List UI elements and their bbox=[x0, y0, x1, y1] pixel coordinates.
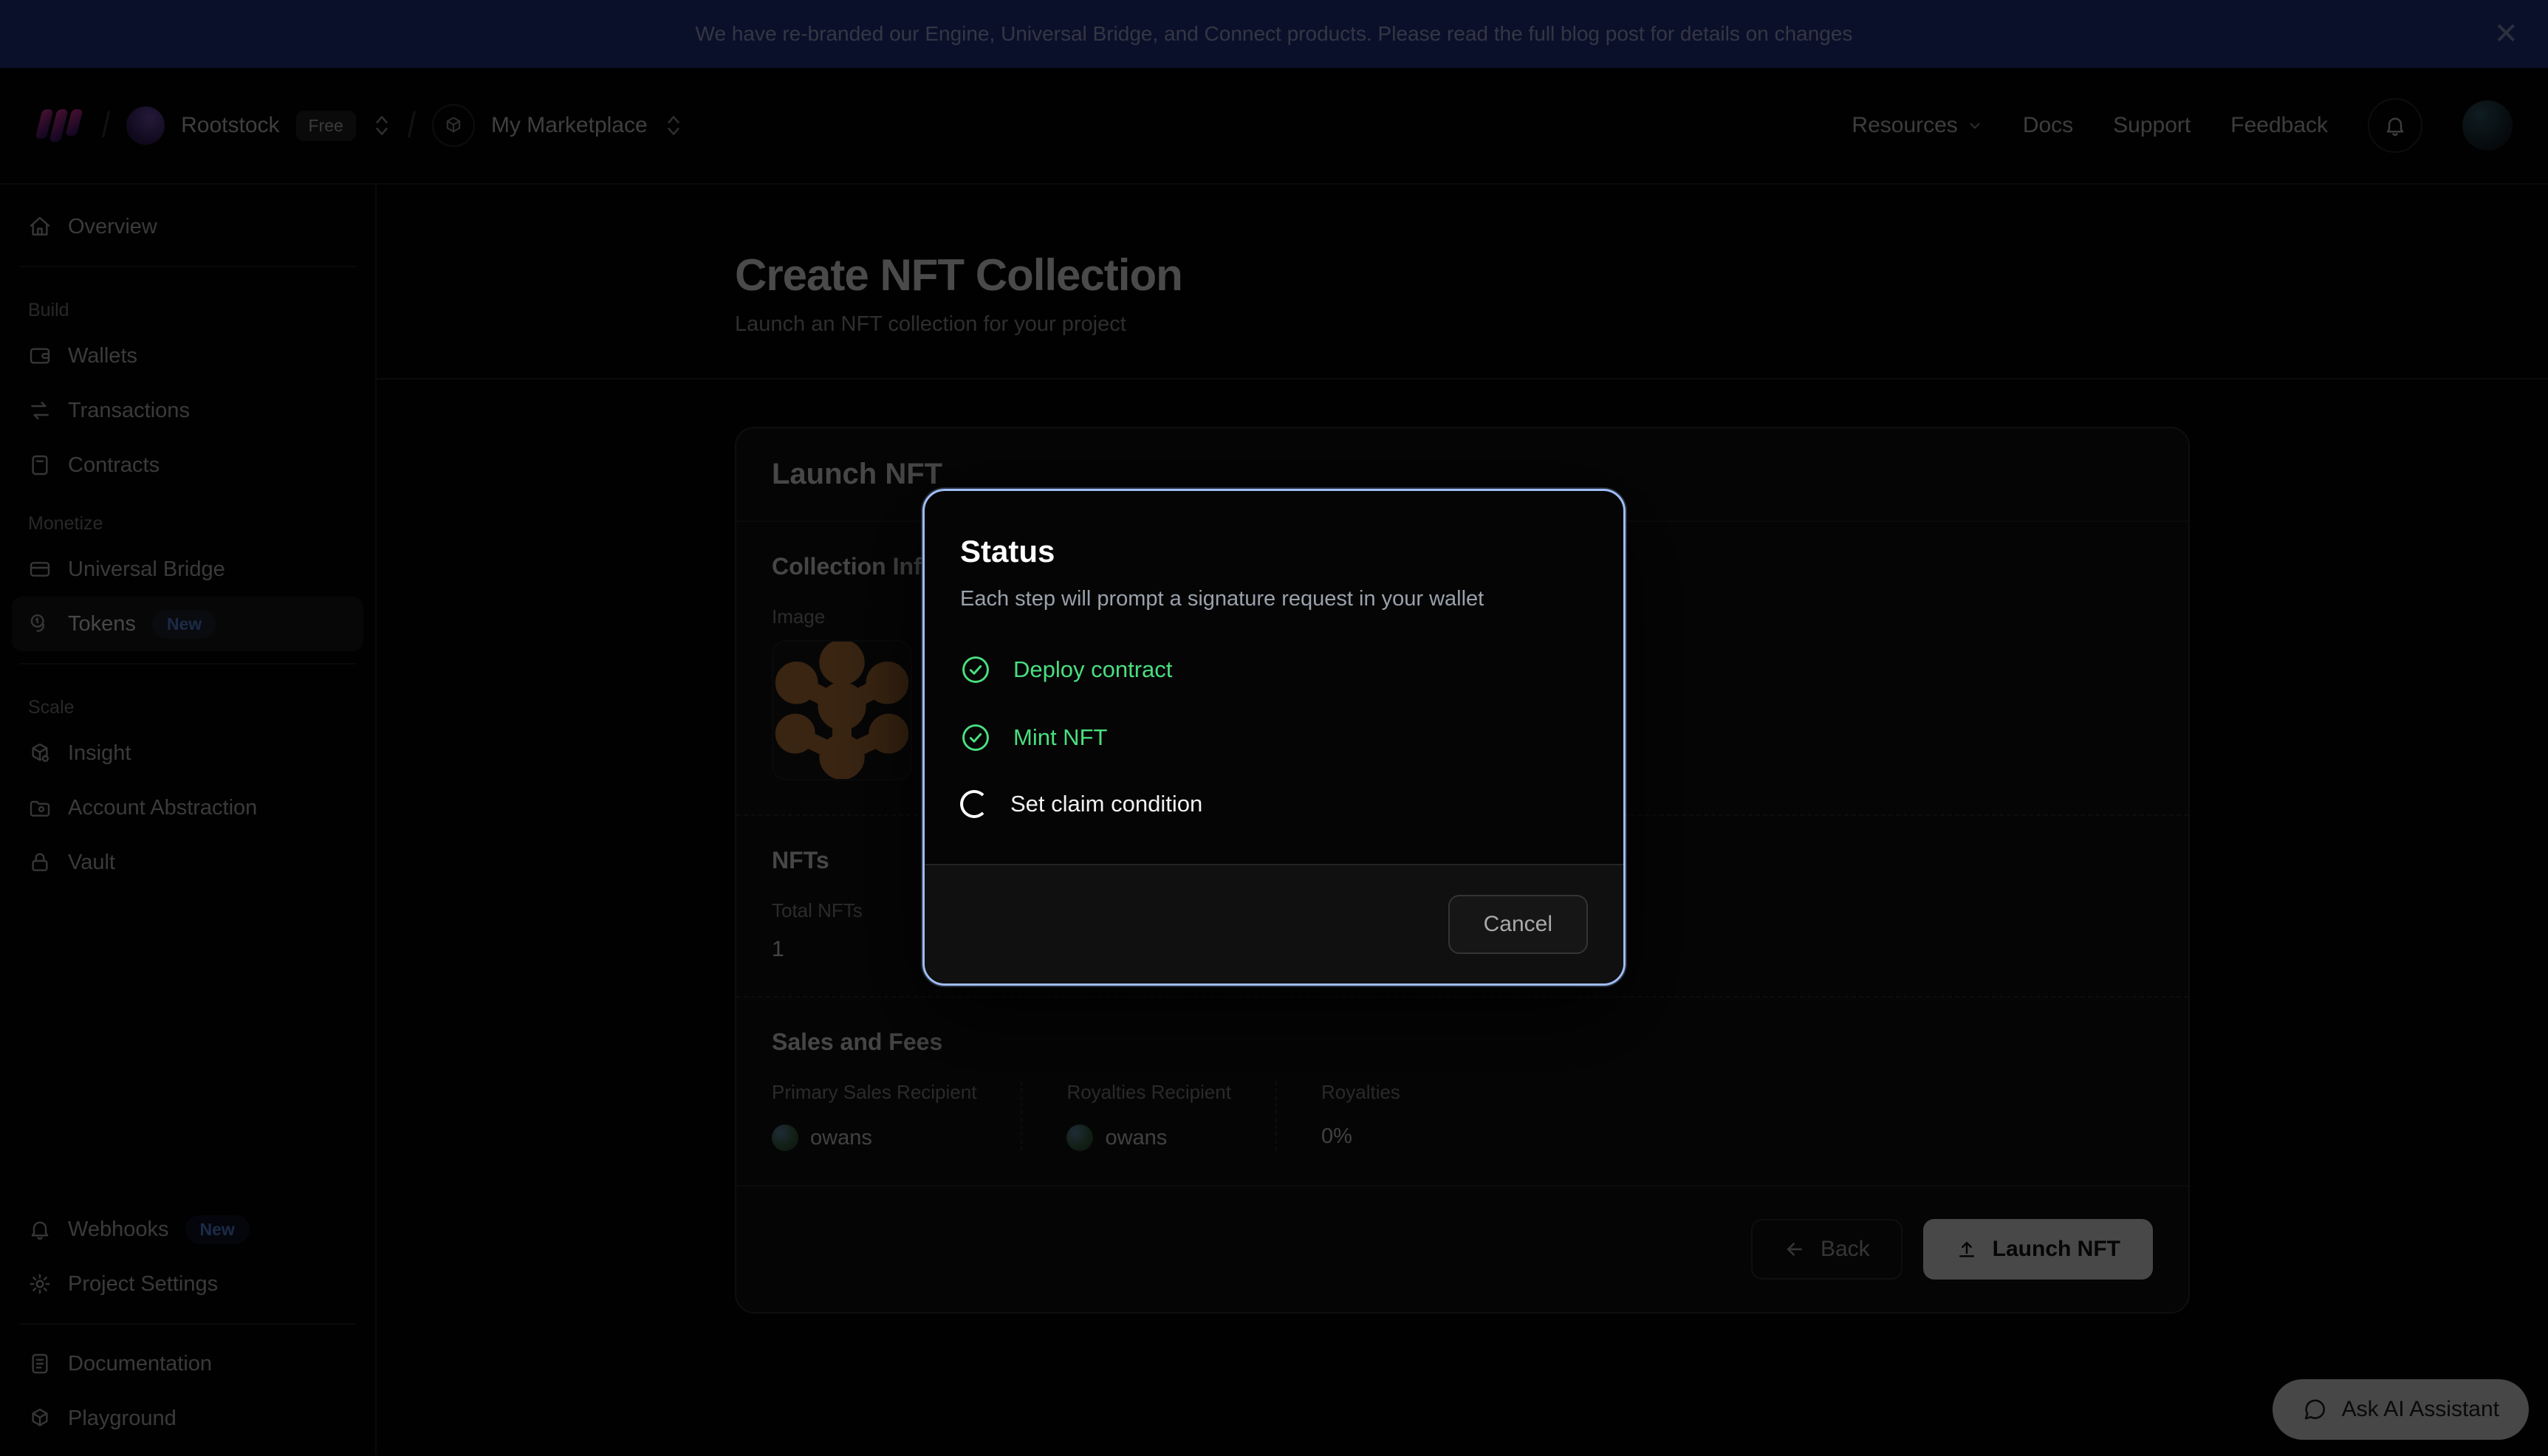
check-circle-icon bbox=[960, 654, 991, 685]
modal-title: Status bbox=[960, 534, 1588, 569]
status-modal: Status Each step will prompt a signature… bbox=[922, 489, 1626, 986]
cancel-button[interactable]: Cancel bbox=[1448, 895, 1588, 954]
step-mint-nft: Mint NFT bbox=[960, 722, 1588, 753]
status-steps: Deploy contract Mint NFT Set claim condi… bbox=[960, 654, 1588, 818]
step-deploy-contract: Deploy contract bbox=[960, 654, 1588, 685]
step-set-claim-condition: Set claim condition bbox=[960, 790, 1588, 818]
check-circle-icon bbox=[960, 722, 991, 753]
modal-footer: Cancel bbox=[925, 864, 1623, 983]
step-label: Set claim condition bbox=[1010, 791, 1202, 817]
modal-subtitle: Each step will prompt a signature reques… bbox=[960, 587, 1588, 611]
step-label: Deploy contract bbox=[1013, 656, 1172, 683]
step-label: Mint NFT bbox=[1013, 724, 1107, 751]
spinner-icon bbox=[960, 790, 988, 818]
